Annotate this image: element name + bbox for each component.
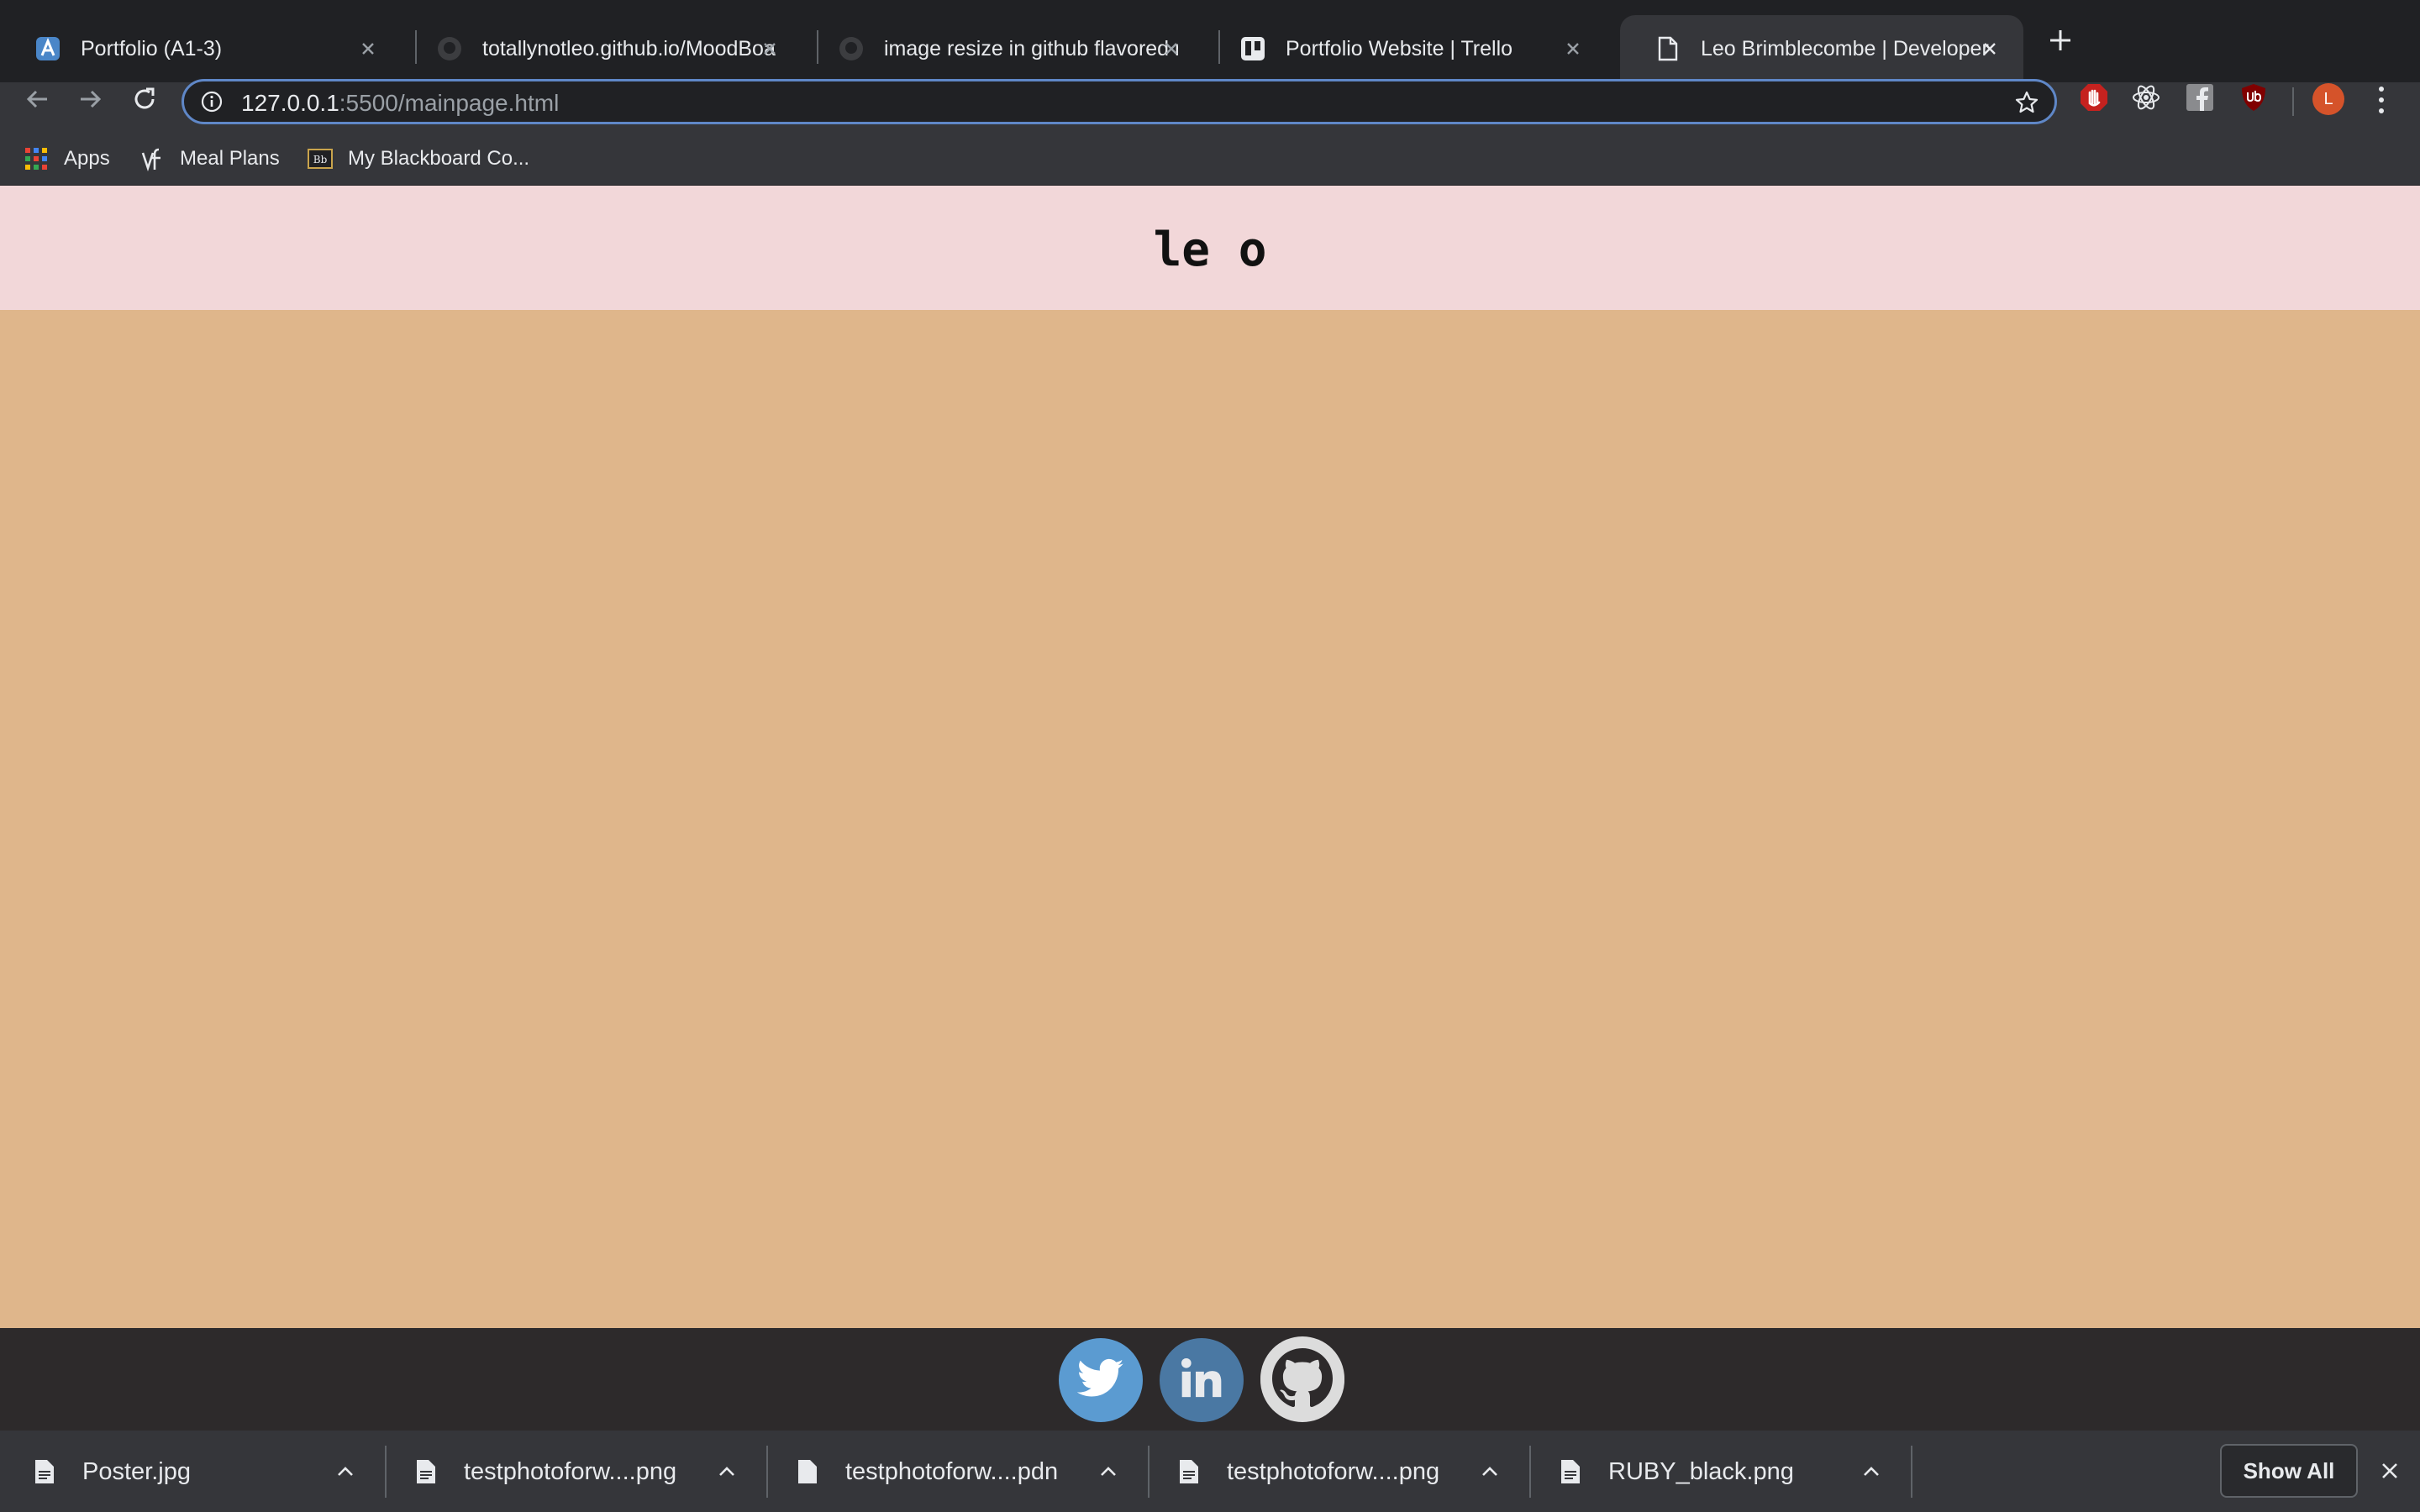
site-logo-text[interactable]: le o [1154, 223, 1267, 277]
tab-title: Portfolio (A1-3) [81, 36, 223, 60]
bookmark-blackboard[interactable]: Bb My Blackboard Co... [308, 139, 529, 178]
tab-moodboard[interactable]: totallynotleo.github.io/MoodBoard [402, 15, 803, 82]
close-tab-icon[interactable] [1156, 34, 1186, 64]
ublock-shield-icon [2240, 82, 2267, 117]
bookmark-meal-plans[interactable]: Meal Plans [139, 139, 280, 178]
vf-icon [139, 146, 165, 171]
tab-title: Portfolio Website | Trello [1286, 36, 1513, 60]
portfolio-a-icon [34, 34, 62, 63]
file-icon [1178, 1459, 1200, 1484]
close-tab-icon[interactable] [755, 34, 785, 64]
github-link[interactable] [1260, 1336, 1344, 1425]
file-icon [34, 1459, 55, 1484]
tab-image-resize[interactable]: image resize in github flavored markdown [803, 15, 1205, 82]
adblock-hand-icon [2079, 82, 2109, 117]
url-path: :5500/mainpage.html [339, 90, 560, 116]
back-button[interactable] [20, 84, 54, 118]
download-item[interactable]: testphotoforw....png [1144, 1431, 1526, 1512]
twitter-icon [1076, 1358, 1124, 1403]
site-header: le o [0, 186, 2420, 310]
download-item[interactable]: testphotoforw....png [381, 1431, 763, 1512]
github-icon [837, 34, 865, 63]
reload-icon [131, 86, 158, 117]
download-item[interactable]: testphotoforw....pdn [763, 1431, 1144, 1512]
info-icon[interactable] [201, 91, 223, 113]
tab-title: totallynotleo.github.io/MoodBoard [482, 36, 776, 60]
linkedin-icon [1178, 1355, 1225, 1406]
extension-facebook-container[interactable] [2183, 82, 2217, 116]
file-icon [415, 1459, 437, 1484]
github-icon [1260, 1336, 1344, 1425]
chevron-up-icon[interactable] [334, 1461, 356, 1483]
chevron-up-icon[interactable] [1479, 1461, 1501, 1483]
github-icon [435, 34, 464, 63]
extension-ublock[interactable] [2237, 82, 2270, 116]
page-icon [1654, 34, 1682, 63]
url-host: 127.0.0.1 [241, 90, 339, 116]
download-filename: Poster.jpg [82, 1458, 191, 1485]
tab-title: image resize in github flavored markdown [884, 36, 1178, 60]
tab-portfolio-a1-3[interactable]: Portfolio (A1-3) [0, 15, 402, 82]
linkedin-link[interactable] [1160, 1338, 1244, 1422]
close-tab-icon[interactable] [1975, 34, 2005, 64]
bookmark-label: My Blackboard Co... [348, 147, 530, 170]
web-page: le o [0, 186, 2420, 1328]
extension-adblock[interactable] [2077, 82, 2111, 116]
blackboard-icon: Bb [308, 146, 333, 171]
new-tab-button[interactable] [2044, 22, 2077, 62]
download-item[interactable]: Poster.jpg [0, 1431, 381, 1512]
trello-icon [1239, 34, 1267, 63]
tab-leo-developer[interactable]: Leo Brimblecombe | Developer [1620, 15, 2023, 82]
file-icon [797, 1459, 818, 1484]
facebook-icon [2186, 83, 2214, 116]
bookmark-label: Meal Plans [180, 147, 280, 170]
tab-trello[interactable]: Portfolio Website | Trello [1205, 15, 1607, 82]
apps-grid-icon [24, 146, 49, 171]
tab-strip: Portfolio (A1-3) totallynotleo.github.io… [0, 0, 2420, 82]
downloads-shelf: Poster.jpg testphotoforw....png testphot… [0, 1431, 2420, 1512]
chevron-up-icon[interactable] [716, 1461, 738, 1483]
bookmark-apps[interactable]: Apps [24, 139, 110, 178]
chevron-up-icon[interactable] [1097, 1461, 1119, 1483]
toolbar-separator [2292, 87, 2294, 116]
site-footer [0, 1328, 2420, 1431]
arrow-right-icon [77, 86, 104, 117]
file-icon [1560, 1459, 1581, 1484]
tab-title: Leo Brimblecombe | Developer [1701, 36, 1989, 60]
download-filename: RUBY_black.png [1608, 1458, 1794, 1485]
close-tab-icon[interactable] [1558, 34, 1588, 64]
forward-button[interactable] [74, 84, 108, 118]
close-tab-icon[interactable] [353, 34, 383, 64]
plus-icon [2048, 28, 2073, 57]
download-separator [1911, 1446, 1912, 1498]
arrow-left-icon [24, 86, 50, 117]
download-filename: testphotoforw....pdn [845, 1458, 1059, 1485]
browser-menu-icon[interactable] [2371, 84, 2391, 116]
chevron-up-icon[interactable] [1860, 1461, 1882, 1483]
bookmark-star-icon[interactable] [2014, 90, 2039, 115]
react-icon [2131, 82, 2161, 117]
download-item[interactable]: RUBY_black.png [1526, 1431, 1907, 1512]
address-bar[interactable]: 127.0.0.1:5500/mainpage.html [182, 79, 2057, 124]
profile-avatar[interactable]: L [2312, 83, 2344, 115]
download-filename: testphotoforw....png [1227, 1458, 1440, 1485]
bookmark-label: Apps [64, 147, 110, 170]
twitter-link[interactable] [1059, 1338, 1143, 1422]
svg-text:Bb: Bb [313, 154, 328, 165]
download-filename: testphotoforw....png [464, 1458, 677, 1485]
show-all-downloads-button[interactable]: Show All [2220, 1444, 2358, 1498]
bookmarks-bar: Apps Meal Plans Bb My Blackboard Co... [0, 133, 2420, 185]
reload-button[interactable] [128, 84, 161, 118]
url-text: 127.0.0.1:5500/mainpage.html [241, 90, 559, 117]
extension-react-devtools[interactable] [2129, 82, 2163, 116]
close-shelf-icon[interactable] [2375, 1456, 2405, 1486]
